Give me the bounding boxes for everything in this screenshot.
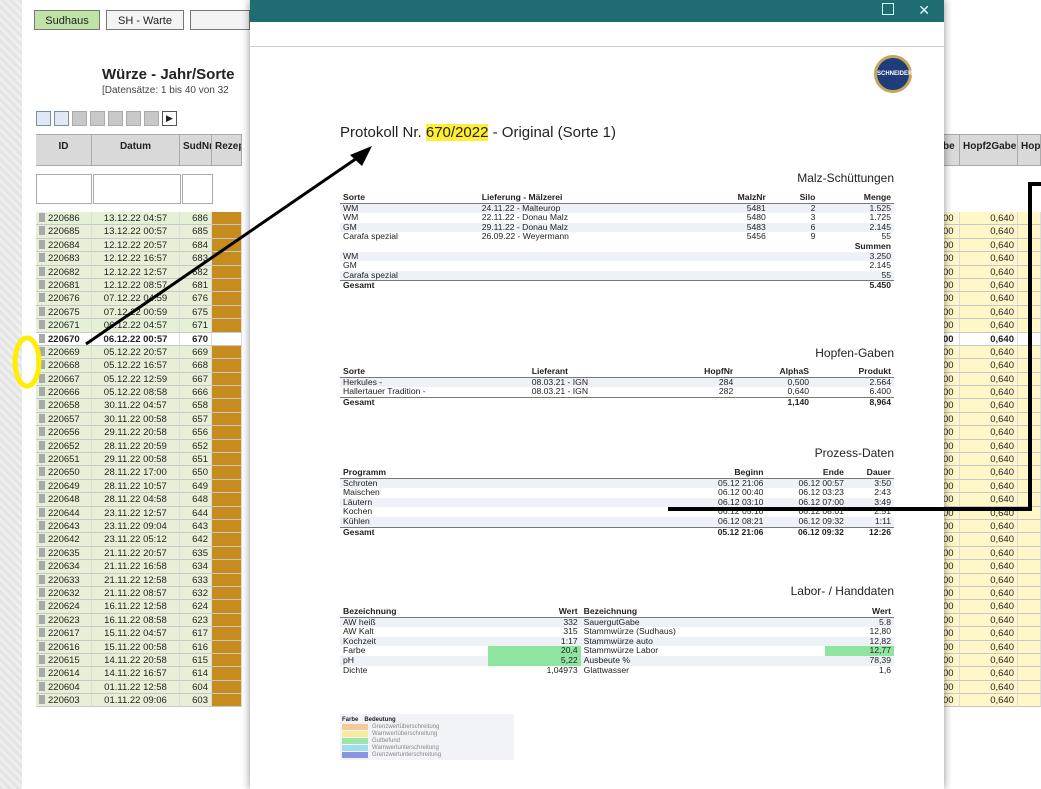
connector-line bbox=[668, 182, 1041, 511]
arrowhead bbox=[350, 146, 372, 166]
annotation-overlay bbox=[12, 146, 1041, 511]
arrow-line bbox=[85, 154, 361, 346]
highlight-circle bbox=[12, 335, 42, 389]
